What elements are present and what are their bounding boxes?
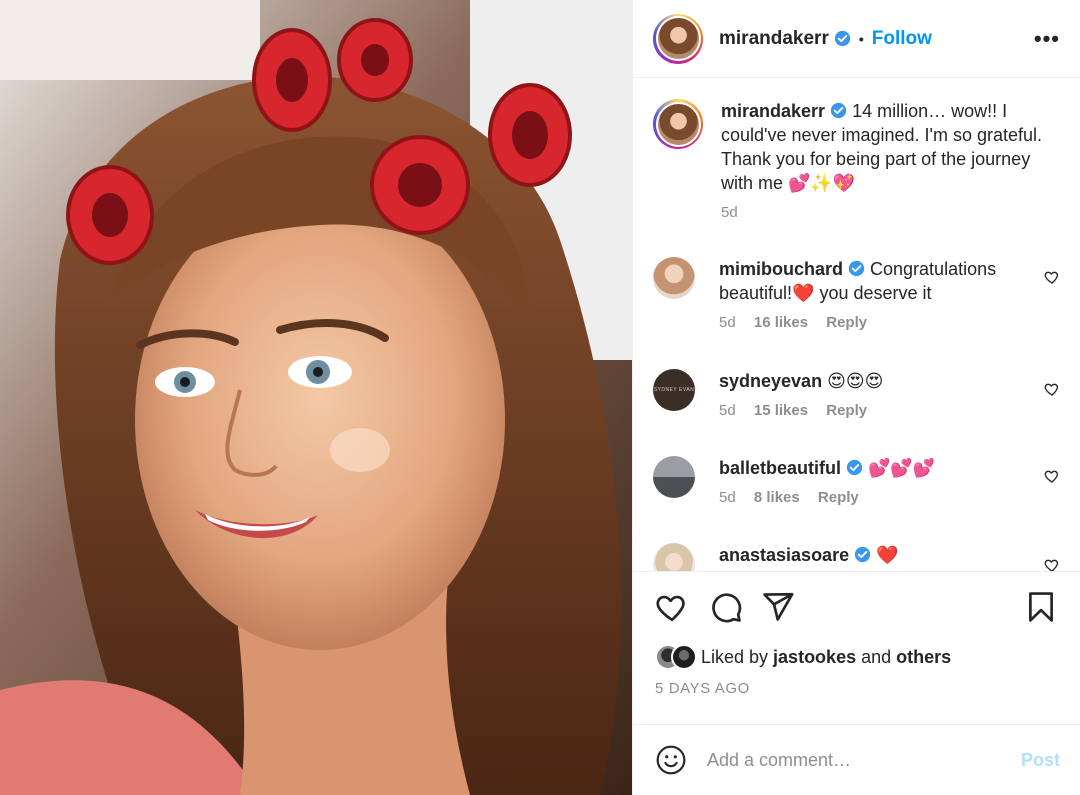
comments-list[interactable]: mirandakerr 14 million… wow!! I could've…	[633, 79, 1080, 571]
heart-icon[interactable]	[1044, 381, 1060, 397]
liked-by-user[interactable]: jastookes	[773, 647, 856, 667]
liked-by-text: Liked by jastookes and others	[701, 647, 951, 668]
emoji-icon[interactable]	[655, 744, 687, 776]
post-actions: Liked by jastookes and others 5 DAYS AGO	[633, 571, 1080, 724]
liker-avatar[interactable]	[671, 644, 697, 670]
heart-icon[interactable]	[655, 590, 689, 624]
comment-age: 5d	[719, 314, 736, 331]
comment-age: 5d	[719, 402, 736, 419]
comment-item: balletbeautiful 💕💕💕 5d 8 likes Reply	[653, 456, 1060, 508]
liked-by-summary: Liked by jastookes and others	[655, 644, 951, 670]
comment-item: mimibouchard Congratulations beautiful!❤…	[653, 257, 1060, 333]
comment-username[interactable]: anastasiasoare	[719, 545, 849, 565]
comment-username[interactable]: mimibouchard	[719, 259, 843, 279]
comment-text: ❤️	[871, 545, 899, 565]
more-options-icon[interactable]: •••	[1034, 26, 1060, 52]
comment-input[interactable]: Add a comment…	[707, 750, 1021, 771]
follow-button[interactable]: Follow	[872, 28, 932, 50]
reply-button[interactable]: Reply	[826, 402, 867, 419]
header-separator: •	[858, 30, 864, 47]
post-image[interactable]	[0, 0, 632, 795]
bookmark-icon[interactable]	[1024, 590, 1058, 624]
author-username[interactable]: mirandakerr	[719, 28, 829, 50]
heart-icon[interactable]	[1044, 269, 1060, 285]
liked-by-middle: and	[856, 646, 897, 667]
heart-icon[interactable]	[1044, 468, 1060, 484]
comment-avatar[interactable]	[653, 257, 695, 299]
post-photo-illustration	[0, 0, 632, 795]
post-details-pane: mirandakerr • Follow ••• mirandakerr 14 …	[632, 0, 1080, 795]
comment-meta: 5d 8 likes Reply	[719, 488, 1041, 508]
verified-badge-icon	[854, 546, 871, 563]
verified-badge-icon	[834, 30, 850, 47]
comment-avatar[interactable]	[653, 543, 695, 571]
verified-badge-icon	[846, 459, 863, 476]
caption-age: 5d	[721, 204, 738, 221]
share-icon[interactable]	[761, 590, 795, 624]
comment-text: 😍😍😍	[822, 371, 884, 391]
caption-meta: 5d	[721, 203, 1043, 223]
comment-username[interactable]: sydneyevan	[719, 371, 822, 391]
comment-avatar[interactable]	[653, 456, 695, 498]
reply-button[interactable]: Reply	[818, 489, 859, 506]
comment-composer: Add a comment… Post	[633, 724, 1080, 795]
post-timestamp[interactable]: 5 DAYS AGO	[655, 680, 750, 697]
heart-icon[interactable]	[1044, 557, 1060, 571]
post-header: mirandakerr • Follow •••	[633, 0, 1080, 78]
comment-likes[interactable]: 8 likes	[754, 489, 800, 506]
verified-badge-icon	[830, 102, 847, 119]
comment-icon[interactable]	[709, 590, 743, 624]
post-button[interactable]: Post	[1021, 750, 1060, 771]
comment-item: anastasiasoare ❤️	[653, 543, 1060, 571]
comment-text: 💕💕💕	[863, 458, 936, 478]
liked-by-others[interactable]: others	[896, 647, 951, 667]
comment-likes[interactable]: 15 likes	[754, 402, 808, 419]
comment-age: 5d	[719, 489, 736, 506]
verified-badge-icon	[848, 260, 865, 277]
action-icons	[655, 590, 1058, 624]
caption-avatar[interactable]	[653, 99, 703, 149]
comment-meta: 5d 15 likes Reply	[719, 401, 1041, 421]
comment-likes[interactable]: 16 likes	[754, 314, 808, 331]
reply-button[interactable]: Reply	[826, 314, 867, 331]
avatar-brand-text: SYDNEY EVAN	[653, 387, 695, 393]
comment-item: SYDNEY EVAN sydneyevan 😍😍😍 5d 15 likes R…	[653, 369, 1060, 421]
liked-by-prefix: Liked by	[701, 646, 774, 667]
comment-meta: 5d 16 likes Reply	[719, 313, 1041, 333]
author-avatar[interactable]	[653, 13, 703, 64]
caption-username[interactable]: mirandakerr	[721, 101, 825, 121]
comment-avatar[interactable]: SYDNEY EVAN	[653, 369, 695, 411]
caption: mirandakerr 14 million… wow!! I could've…	[653, 99, 1060, 223]
comment-username[interactable]: balletbeautiful	[719, 458, 841, 478]
